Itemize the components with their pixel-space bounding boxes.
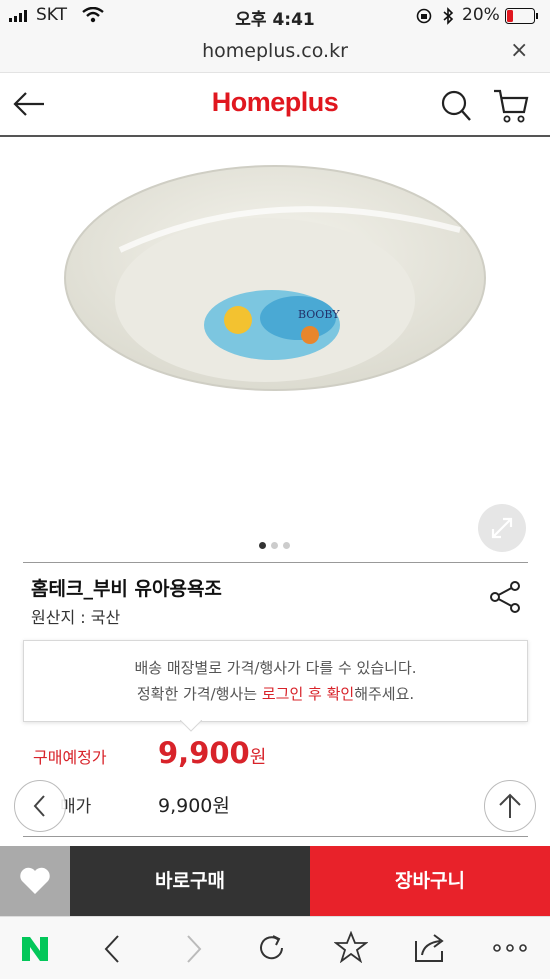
refresh-icon[interactable] — [256, 932, 288, 964]
share-page-icon[interactable] — [412, 931, 448, 965]
price-notice-box: 배송 매장별로 가격/행사가 다를 수 있습니다. 정확한 가격/행사는 로그인… — [23, 640, 528, 722]
url-text[interactable]: homeplus.co.kr — [0, 40, 550, 62]
section-divider — [23, 562, 528, 563]
product-image: BOOBY — [64, 165, 486, 391]
notice-pointer — [180, 720, 202, 732]
share-icon[interactable] — [488, 580, 522, 614]
search-icon[interactable] — [440, 89, 472, 123]
status-bar: SKT 오후 4:41 20% — [0, 0, 550, 32]
product-title: 홈테크_부비 유아용욕조 — [31, 578, 222, 600]
expected-price-label: 구매예정가 — [33, 748, 107, 767]
url-bar[interactable]: homeplus.co.kr × — [0, 32, 550, 73]
floating-back-button[interactable] — [14, 780, 66, 832]
naver-logo-icon[interactable] — [20, 935, 50, 963]
regular-price: 9,900원 — [158, 795, 230, 817]
close-tab-button[interactable]: × — [510, 38, 528, 63]
expected-price: 9,900원 — [158, 736, 267, 770]
bluetooth-icon — [443, 7, 454, 25]
browser-toolbar — [0, 916, 550, 979]
more-options-icon[interactable] — [492, 943, 528, 953]
product-image-brand-text: BOOBY — [298, 308, 340, 321]
chevron-left-icon — [33, 795, 45, 817]
arrow-up-icon — [499, 793, 521, 818]
scroll-top-button[interactable] — [484, 780, 536, 832]
battery-percent: 20% — [462, 5, 500, 25]
carousel-dot-active[interactable] — [259, 542, 266, 549]
notice-line-1: 배송 매장별로 가격/행사가 다를 수 있습니다. — [134, 659, 417, 677]
section-divider — [23, 836, 528, 837]
carousel-dot[interactable] — [271, 542, 278, 549]
expand-icon — [491, 517, 513, 539]
orientation-lock-icon — [416, 8, 432, 24]
purchase-bar: 바로구매 장바구니 — [0, 846, 550, 916]
bookmark-star-icon[interactable] — [334, 931, 368, 963]
browser-back-icon[interactable] — [100, 934, 124, 964]
cart-icon[interactable] — [493, 88, 529, 124]
notice-line-2: 정확한 가격/행사는 로그인 후 확인해주세요. — [136, 685, 415, 703]
site-header: Homeplus — [0, 73, 550, 137]
wishlist-button[interactable] — [0, 846, 70, 916]
buy-now-button[interactable]: 바로구매 — [70, 846, 310, 916]
expand-image-button[interactable] — [478, 504, 526, 552]
battery-icon — [505, 8, 538, 24]
heart-icon — [20, 867, 50, 894]
carousel-dot[interactable] — [283, 542, 290, 549]
browser-forward-icon[interactable] — [182, 934, 206, 964]
add-to-cart-button[interactable]: 장바구니 — [310, 846, 550, 916]
login-link[interactable]: 로그인 후 확인 — [262, 685, 354, 703]
product-origin: 원산지 : 국산 — [31, 608, 121, 627]
